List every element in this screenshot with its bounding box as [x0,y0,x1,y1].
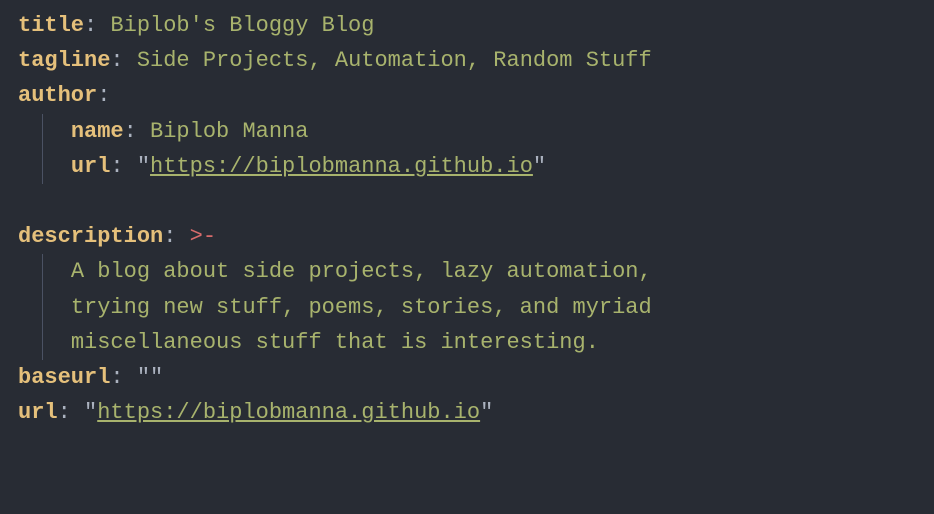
quote: " [137,365,150,390]
description-text: miscellaneous stuff that is interesting. [71,330,599,355]
colon: : [124,119,150,144]
yaml-line-description: description: >- [18,219,916,254]
colon: : [97,83,110,108]
colon: : [163,224,189,249]
yaml-line-author: author: [18,78,916,113]
quote: " [137,154,150,179]
yaml-key: author [18,83,97,108]
yaml-url-value: https://biplobmanna.github.io [150,154,533,179]
yaml-url-value: https://biplobmanna.github.io [97,400,480,425]
yaml-line-description-2: trying new stuff, poems, stories, and my… [18,290,916,325]
colon: : [84,13,110,38]
yaml-value: Biplob's Bloggy Blog [110,13,374,38]
quote: " [480,400,493,425]
yaml-line-url: url: "https://biplobmanna.github.io" [18,395,916,430]
yaml-line-tagline: tagline: Side Projects, Automation, Rand… [18,43,916,78]
yaml-code-block: title: Biplob's Bloggy Blog tagline: Sid… [18,8,916,430]
yaml-blank-line [18,184,916,219]
yaml-key: url [71,154,111,179]
yaml-line-description-3: miscellaneous stuff that is interesting. [18,325,916,360]
colon: : [110,48,136,73]
yaml-key: name [71,119,124,144]
quote: " [150,365,163,390]
yaml-key: description [18,224,163,249]
yaml-line-title: title: Biplob's Bloggy Blog [18,8,916,43]
yaml-value: Biplob Manna [150,119,308,144]
quote: " [533,154,546,179]
yaml-key: title [18,13,84,38]
yaml-line-author-name: name: Biplob Manna [18,114,916,149]
colon: : [110,154,136,179]
description-text: trying new stuff, poems, stories, and my… [71,295,652,320]
yaml-key: baseurl [18,365,110,390]
yaml-key: tagline [18,48,110,73]
quote: " [84,400,97,425]
block-scalar-indicator: >- [190,224,216,249]
yaml-key: url [18,400,58,425]
colon: : [110,365,136,390]
yaml-line-baseurl: baseurl: "" [18,360,916,395]
yaml-line-description-1: A blog about side projects, lazy automat… [18,254,916,289]
description-text: A blog about side projects, lazy automat… [71,259,652,284]
yaml-line-author-url: url: "https://biplobmanna.github.io" [18,149,916,184]
yaml-value: Side Projects, Automation, Random Stuff [137,48,652,73]
colon: : [58,400,84,425]
